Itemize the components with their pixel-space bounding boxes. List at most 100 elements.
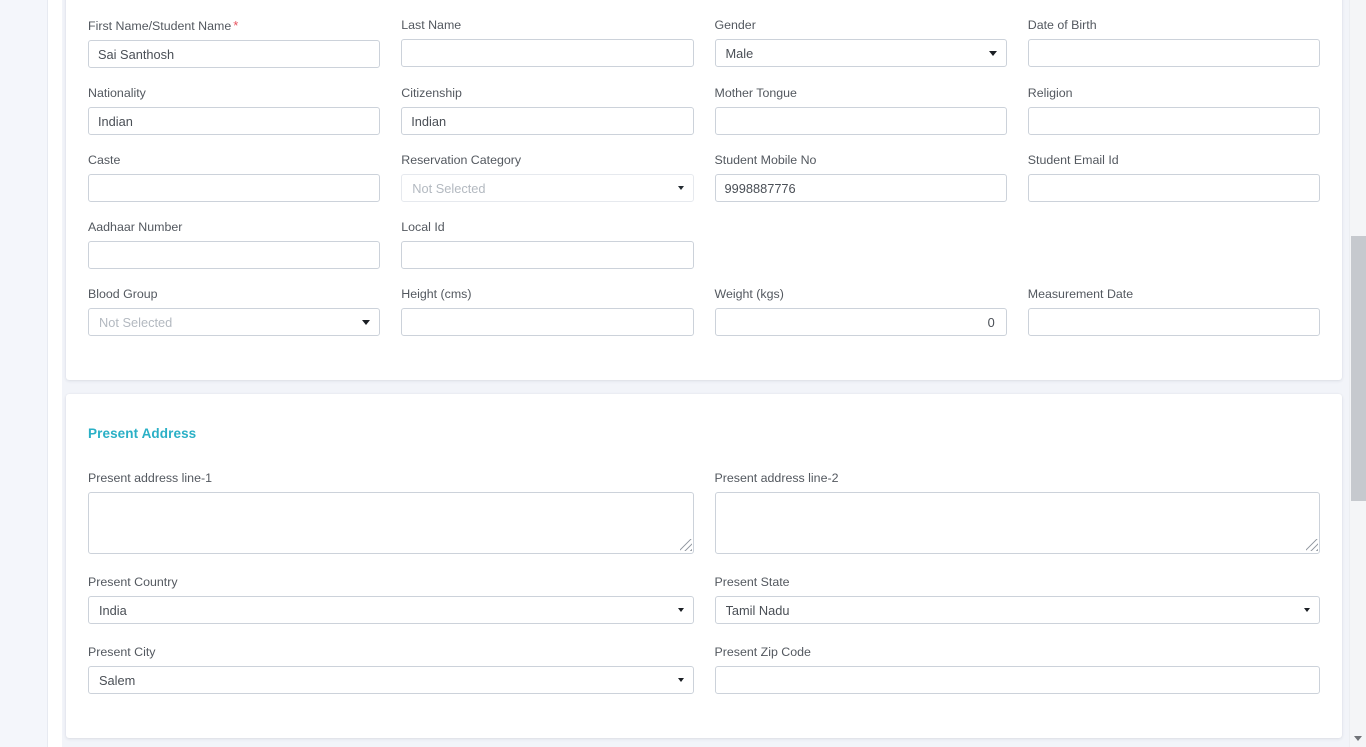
select-present-city[interactable]: Salem [88, 666, 694, 694]
chevron-down-icon [988, 51, 997, 56]
label-present-state: Present State [714, 575, 790, 589]
field-present-zip-code: Present Zip Code [714, 645, 1320, 694]
scroll-content: First Name/Student Name* Last Name Gende… [62, 0, 1346, 747]
present-address-title: Present Address [88, 426, 197, 441]
input-first-name[interactable] [88, 40, 381, 68]
select-present-state[interactable]: Tamil Nadu [714, 596, 1320, 624]
field-present-country: Present Country India [88, 575, 694, 624]
field-weight: Weight (kgs) [714, 287, 1007, 336]
input-present-zip-code[interactable] [714, 666, 1320, 694]
required-marker: * [233, 18, 239, 33]
chevron-down-icon [1304, 608, 1310, 612]
label-student-email-id: Student Email Id [1027, 153, 1119, 167]
label-student-mobile-no: Student Mobile No [714, 153, 817, 167]
input-local-id[interactable] [401, 241, 694, 269]
select-present-country[interactable]: India [88, 596, 694, 624]
field-caste: Caste [88, 153, 381, 202]
field-spacer-a [715, 220, 1007, 269]
field-height: Height (cms) [401, 287, 694, 336]
personal-row-2: Nationality Citizenship Mother Tongue Re… [88, 86, 1320, 153]
chevron-down-icon [677, 186, 684, 190]
field-spacer-b [1028, 220, 1320, 269]
select-reservation-category[interactable]: Not Selected [401, 174, 694, 202]
field-gender: Gender Male [714, 18, 1007, 68]
field-religion: Religion [1027, 86, 1320, 135]
label-citizenship: Citizenship [401, 86, 462, 100]
input-caste[interactable] [88, 174, 381, 202]
label-blood-group: Blood Group [88, 287, 158, 301]
scrollbar-thumb[interactable] [1351, 236, 1366, 501]
label-gender: Gender [714, 18, 756, 32]
select-blood-group-value: Not Selected [99, 315, 173, 330]
input-measurement-date[interactable] [1027, 308, 1320, 336]
field-reservation-category: Reservation Category Not Selected [401, 153, 694, 202]
personal-row-5: Blood Group Not Selected Height (cms) We… [88, 287, 1320, 354]
select-blood-group[interactable]: Not Selected [88, 308, 381, 336]
input-aadhaar-number[interactable] [88, 241, 381, 269]
label-weight: Weight (kgs) [714, 287, 784, 301]
select-gender[interactable]: Male [714, 39, 1007, 67]
vertical-scrollbar[interactable] [1349, 0, 1366, 747]
label-aadhaar-number: Aadhaar Number [88, 220, 183, 234]
field-date-of-birth: Date of Birth [1027, 18, 1320, 68]
select-reservation-category-value: Not Selected [412, 181, 486, 196]
label-reservation-category: Reservation Category [401, 153, 522, 167]
label-first-name: First Name/Student Name * [88, 18, 380, 34]
field-citizenship: Citizenship [401, 86, 694, 135]
scrollbar-down-button[interactable] [1350, 730, 1366, 747]
input-last-name[interactable] [401, 39, 694, 67]
input-student-mobile-no[interactable] [714, 174, 1007, 202]
input-citizenship[interactable] [401, 107, 694, 135]
field-blood-group: Blood Group Not Selected [88, 287, 381, 336]
chevron-down-icon [677, 678, 684, 682]
label-caste: Caste [88, 153, 121, 167]
input-student-email-id[interactable] [1027, 174, 1320, 202]
label-present-address-line-2: Present address line-2 [714, 471, 839, 485]
field-nationality: Nationality [88, 86, 381, 135]
select-present-state-value: Tamil Nadu [725, 603, 790, 618]
present-address-row-city-zip: Present City Salem Present Zip Code [88, 645, 1320, 712]
input-date-of-birth[interactable] [1027, 39, 1320, 67]
personal-details-card: First Name/Student Name* Last Name Gende… [66, 0, 1342, 380]
label-present-address-line-1: Present address line-1 [88, 471, 212, 485]
personal-row-3: Caste Reservation Category Not Selected … [88, 153, 1320, 220]
label-first-name-text: First Name/Student Name [88, 19, 232, 33]
label-last-name: Last Name [401, 18, 462, 32]
select-present-country-value: India [99, 603, 127, 618]
label-present-city: Present City [88, 645, 156, 659]
textarea-wrap-line-1 [88, 492, 694, 554]
field-first-name: First Name/Student Name * [88, 18, 381, 68]
textarea-present-address-line-2[interactable] [714, 492, 1320, 554]
left-rail [0, 0, 48, 747]
label-present-zip-code: Present Zip Code [714, 645, 811, 659]
field-measurement-date: Measurement Date [1027, 287, 1320, 336]
input-nationality[interactable] [88, 107, 381, 135]
present-address-row-country-state: Present Country India Present State Tami… [88, 575, 1320, 645]
label-mother-tongue: Mother Tongue [714, 86, 797, 100]
label-local-id: Local Id [401, 220, 445, 234]
label-religion: Religion [1027, 86, 1073, 100]
input-height[interactable] [401, 308, 694, 336]
field-student-email-id: Student Email Id [1027, 153, 1320, 202]
label-nationality: Nationality [88, 86, 146, 100]
field-last-name: Last Name [401, 18, 694, 68]
input-weight[interactable] [714, 308, 1007, 336]
page-root: First Name/Student Name* Last Name Gende… [0, 0, 1366, 747]
left-rail-inner [48, 0, 62, 747]
select-present-city-value: Salem [99, 673, 136, 688]
chevron-down-icon [362, 320, 371, 325]
field-present-address-line-1: Present address line-1 [88, 471, 694, 554]
label-height: Height (cms) [401, 287, 472, 301]
label-present-country: Present Country [88, 575, 178, 589]
chevron-down-icon [677, 608, 684, 612]
field-student-mobile-no: Student Mobile No [714, 153, 1007, 202]
field-present-city: Present City Salem [88, 645, 694, 694]
field-present-address-line-2: Present address line-2 [714, 471, 1320, 554]
present-address-row-lines: Present address line-1 Present address l… [88, 471, 1320, 575]
input-mother-tongue[interactable] [714, 107, 1007, 135]
field-aadhaar-number: Aadhaar Number [88, 220, 381, 269]
present-address-body: Present Address Present address line-1 P… [66, 394, 1342, 738]
field-mother-tongue: Mother Tongue [714, 86, 1007, 135]
textarea-present-address-line-1[interactable] [88, 492, 694, 554]
input-religion[interactable] [1027, 107, 1320, 135]
